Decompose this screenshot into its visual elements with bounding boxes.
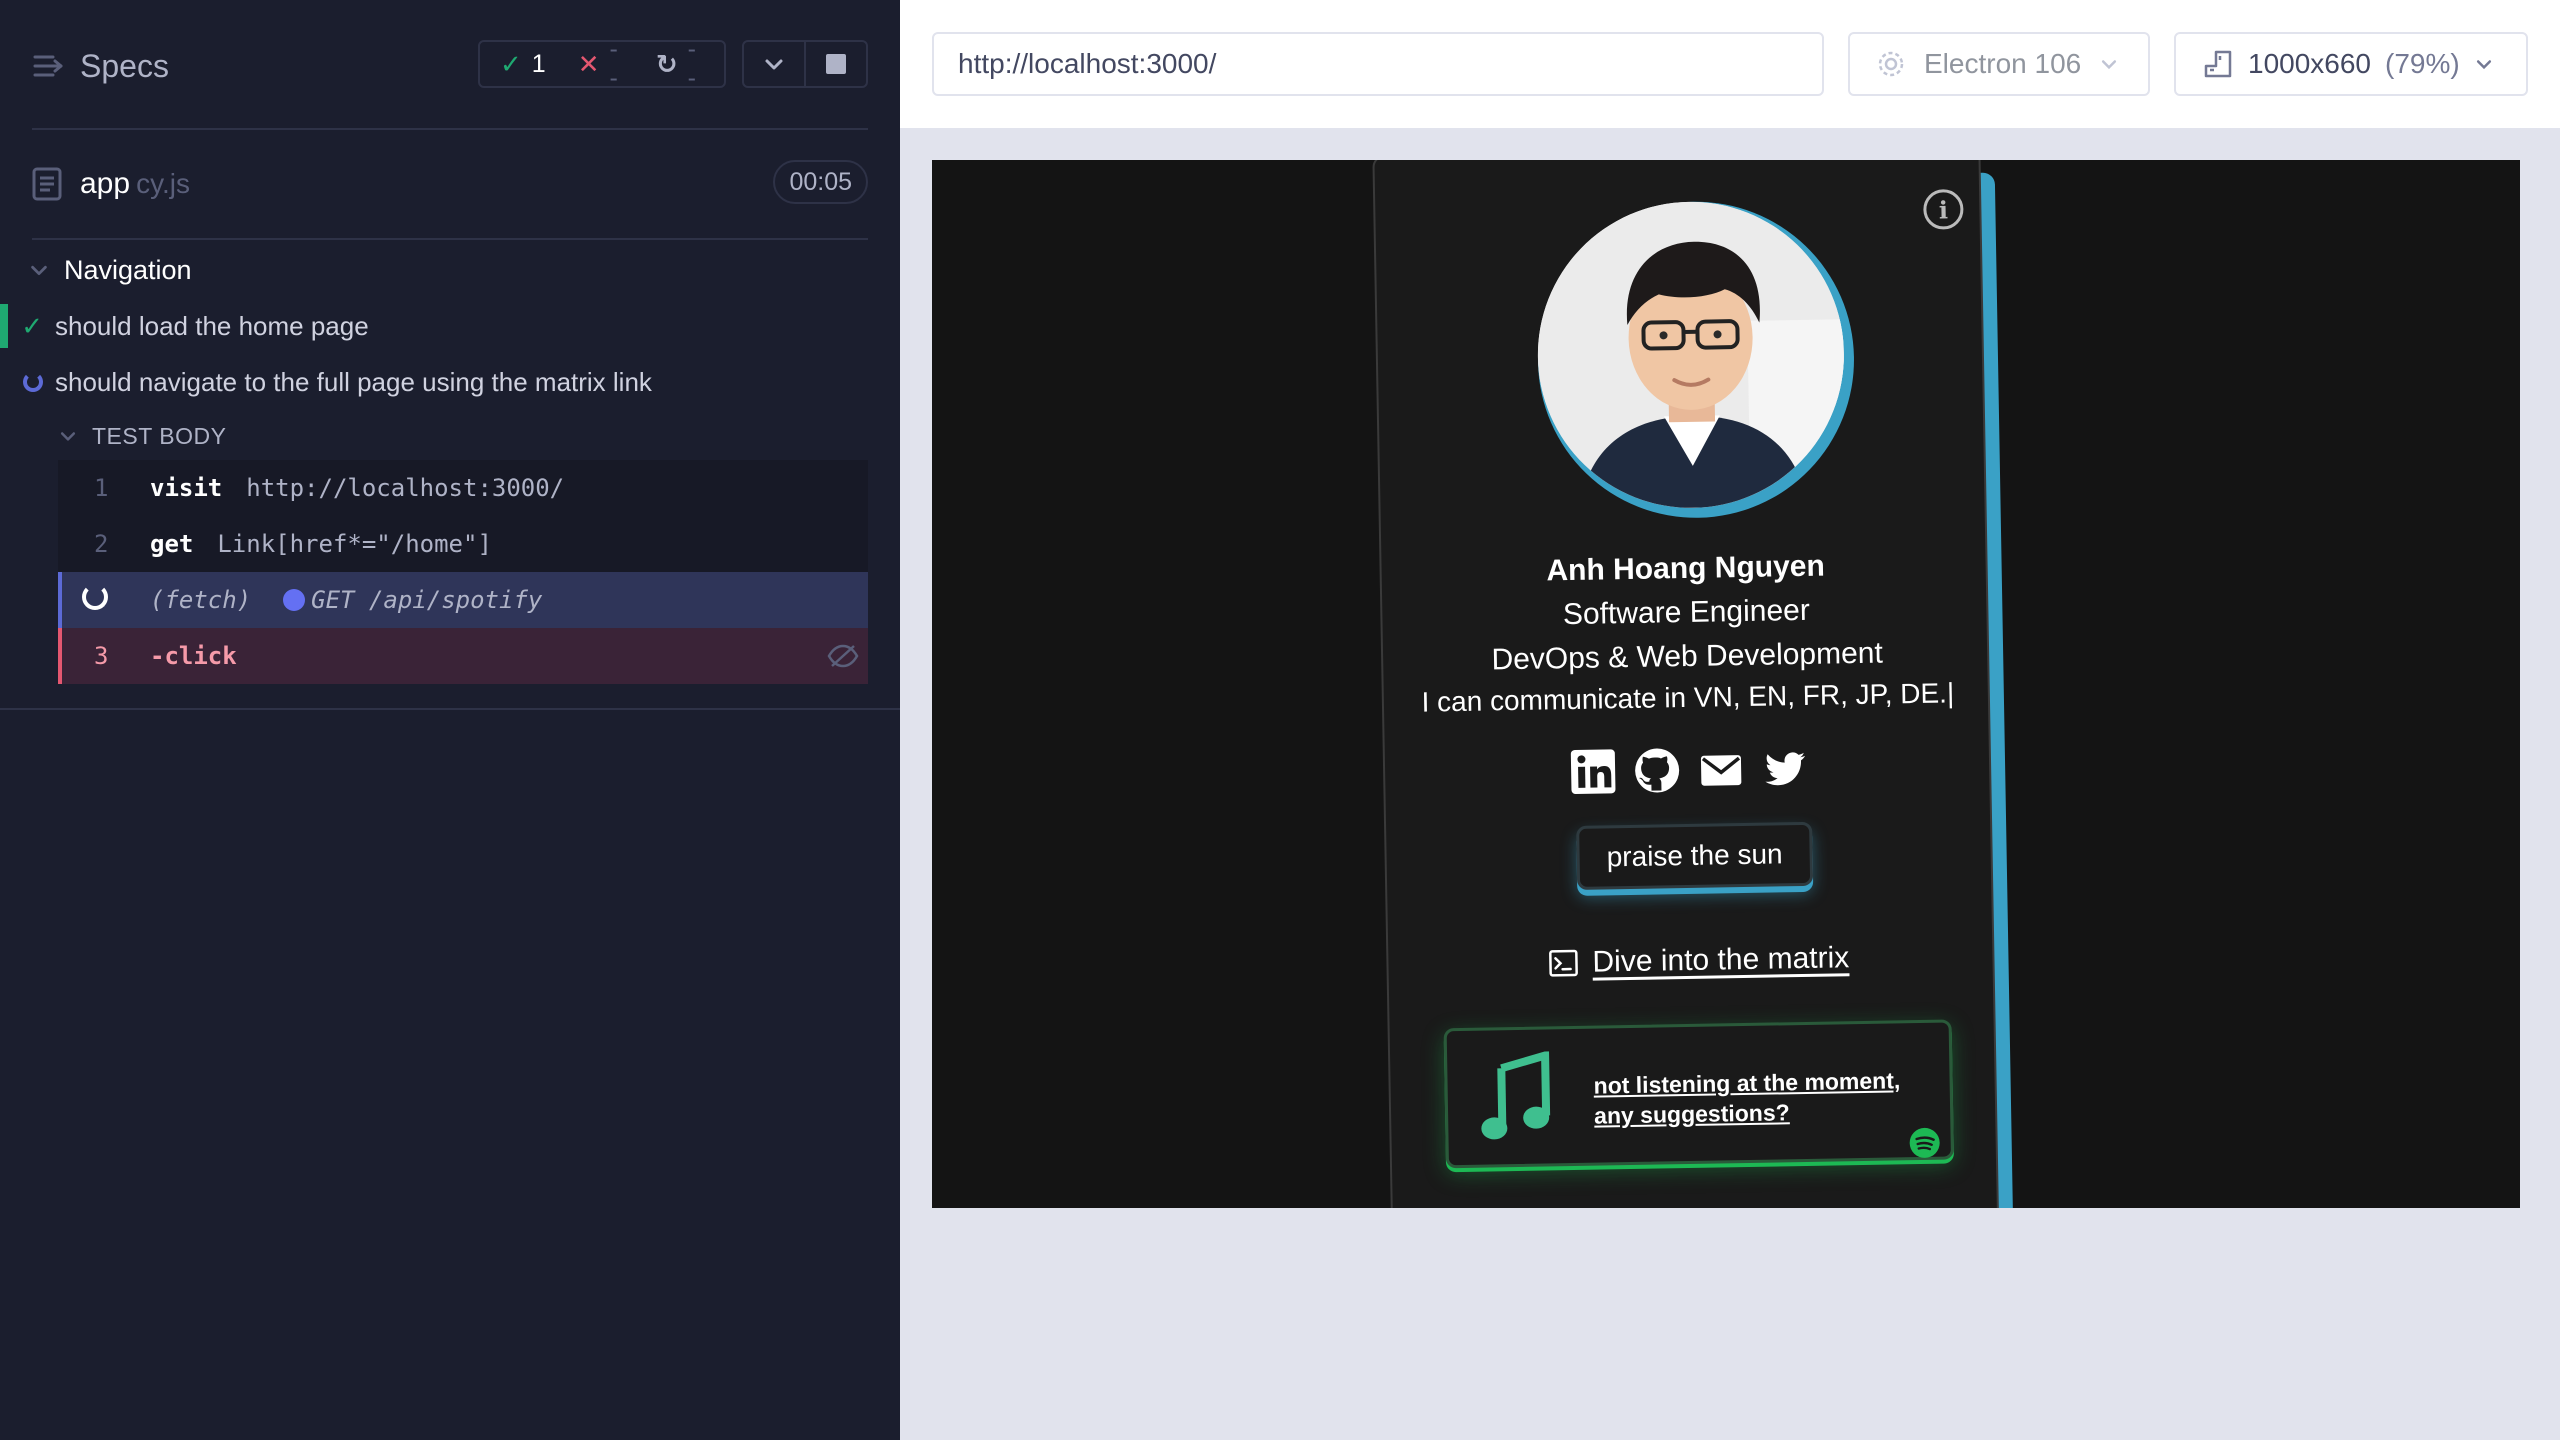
run-controls xyxy=(742,40,868,88)
test-body-toggle[interactable]: TEST BODY xyxy=(58,420,226,452)
eye-hidden-icon[interactable] xyxy=(826,642,860,670)
spec-extension: cy.js xyxy=(136,168,190,199)
divider xyxy=(0,708,900,710)
collapse-button[interactable] xyxy=(744,42,804,86)
test-item-running[interactable]: should navigate to the full page using t… xyxy=(0,360,900,404)
spinner-icon xyxy=(23,372,43,392)
card-body: i Anh Hoang Nguyen Software Engineer Dev… xyxy=(1372,160,2000,1208)
command-name: visit xyxy=(150,474,223,502)
status-dot xyxy=(283,589,306,611)
browser-selector[interactable]: Electron 106 xyxy=(1848,32,2150,96)
chevron-down-icon xyxy=(2476,60,2491,70)
aut-iframe: i Anh Hoang Nguyen Software Engineer Dev… xyxy=(932,160,2520,1208)
linkedin-icon[interactable] xyxy=(1569,747,1618,796)
command-message: http://localhost:3000/ xyxy=(246,474,565,502)
app-under-test: http://localhost:3000/ Electron 106 1000… xyxy=(900,0,2560,1440)
fetch-request: GET /api/spotify xyxy=(283,586,542,614)
spec-name: app xyxy=(80,167,131,200)
info-icon[interactable]: i xyxy=(1923,189,1964,230)
command-visit[interactable]: 1 visit http://localhost:3000/ xyxy=(58,460,868,516)
matrix-link[interactable]: Dive into the matrix xyxy=(1548,935,1850,986)
viewport-selector[interactable]: 1000x660 (79%) xyxy=(2174,32,2528,96)
spotify-icon xyxy=(1909,1127,1940,1158)
command-name: (fetch) xyxy=(150,586,252,614)
avatar-ring xyxy=(1535,199,1857,521)
spec-file-row[interactable]: app cy.js 00:05 xyxy=(32,160,868,208)
browser-label: Electron 106 xyxy=(1924,48,2082,79)
avatar xyxy=(1535,199,1847,511)
terminal-icon xyxy=(1549,949,1578,977)
command-log: 1 visit http://localhost:3000/ 2 get Lin… xyxy=(58,460,868,684)
passed-count: 1 xyxy=(531,49,546,78)
gear-icon xyxy=(1878,51,1904,77)
avatar-portrait xyxy=(1535,199,1847,511)
failed-stat: ✕ -- xyxy=(578,35,624,93)
pending-stat: ↻ -- xyxy=(656,35,702,93)
command-click[interactable]: 3 -click xyxy=(58,628,868,684)
command-number: 3 xyxy=(94,642,109,670)
specs-label: Specs xyxy=(80,47,169,84)
mail-icon[interactable] xyxy=(1697,745,1746,794)
x-icon: ✕ xyxy=(577,48,600,79)
viewport-zoom: (79%) xyxy=(2385,48,2460,79)
passed-stat: ✓ 1 xyxy=(500,49,546,80)
music-note-icon xyxy=(1481,1051,1551,1140)
specs-icon xyxy=(33,55,63,77)
profile-languages: I can communicate in VN, EN, FR, JP, DE.… xyxy=(1421,677,1955,718)
profile-focus: DevOps & Web Development xyxy=(1491,636,1884,677)
test-stats: ✓ 1 ✕ -- ↻ -- xyxy=(478,35,726,92)
viewport-icon xyxy=(2204,50,2232,78)
passed-indicator xyxy=(0,304,8,348)
failed-count: -- xyxy=(609,35,618,92)
command-name: -click xyxy=(150,642,237,670)
matrix-link-label: Dive into the matrix xyxy=(1592,941,1850,979)
spotify-status: not listening at the moment, any suggest… xyxy=(1593,1067,1901,1129)
command-number: 2 xyxy=(94,530,109,558)
command-message: Link[href*="/home"] xyxy=(217,530,492,558)
aut-toolbar: http://localhost:3000/ Electron 106 1000… xyxy=(900,0,2560,128)
command-fetch[interactable]: (fetch) GET /api/spotify xyxy=(58,572,868,628)
command-message: GET /api/spotify xyxy=(311,586,543,614)
social-links xyxy=(1569,740,1810,800)
spec-duration: 00:05 xyxy=(773,160,868,204)
pending-indicator xyxy=(58,572,62,628)
stop-icon xyxy=(826,54,846,74)
twitter-icon[interactable] xyxy=(1761,744,1810,793)
pending-count: -- xyxy=(687,35,696,92)
suite-navigation[interactable]: Navigation xyxy=(28,252,192,288)
command-name: get xyxy=(150,530,194,558)
check-icon: ✓ xyxy=(500,48,522,79)
command-get[interactable]: 2 get Link[href*="/home"] xyxy=(58,516,868,572)
profile-name: Anh Hoang Nguyen xyxy=(1546,549,1826,588)
chevron-down-icon xyxy=(60,432,76,441)
suite-title: Navigation xyxy=(64,254,192,285)
failed-indicator xyxy=(58,628,62,684)
divider xyxy=(32,238,868,240)
file-icon xyxy=(32,167,62,201)
spinner-icon: ↻ xyxy=(655,48,678,79)
test-body-label: TEST BODY xyxy=(92,422,227,449)
profile-card: i Anh Hoang Nguyen Software Engineer Dev… xyxy=(1372,160,2014,1208)
github-icon[interactable] xyxy=(1633,746,1682,795)
divider xyxy=(32,128,868,130)
specs-button[interactable]: Specs xyxy=(32,44,169,88)
command-number: 1 xyxy=(94,474,109,502)
spotify-widget[interactable]: not listening at the moment, any suggest… xyxy=(1443,1019,1954,1169)
reporter-header: Specs ✓ 1 ✕ -- ↻ -- xyxy=(0,0,900,130)
chevron-down-icon xyxy=(2102,60,2117,70)
profile-role: Software Engineer xyxy=(1562,593,1811,632)
praise-the-sun-button[interactable]: praise the sun xyxy=(1576,821,1814,890)
test-title: should load the home page xyxy=(55,310,369,341)
check-icon: ✓ xyxy=(21,310,43,341)
chevron-down-icon xyxy=(765,59,783,70)
url-bar[interactable]: http://localhost:3000/ xyxy=(932,32,1824,96)
spinner-icon xyxy=(82,584,108,610)
reporter-panel: Specs ✓ 1 ✕ -- ↻ -- app cy.js 00:05 Navigat… xyxy=(0,0,900,1440)
test-title: should navigate to the full page using t… xyxy=(55,366,652,397)
viewport-size: 1000x660 xyxy=(2248,48,2372,79)
chevron-down-icon xyxy=(31,265,47,276)
stop-button[interactable] xyxy=(804,42,866,86)
test-item-passed[interactable]: ✓ should load the home page xyxy=(0,304,900,348)
